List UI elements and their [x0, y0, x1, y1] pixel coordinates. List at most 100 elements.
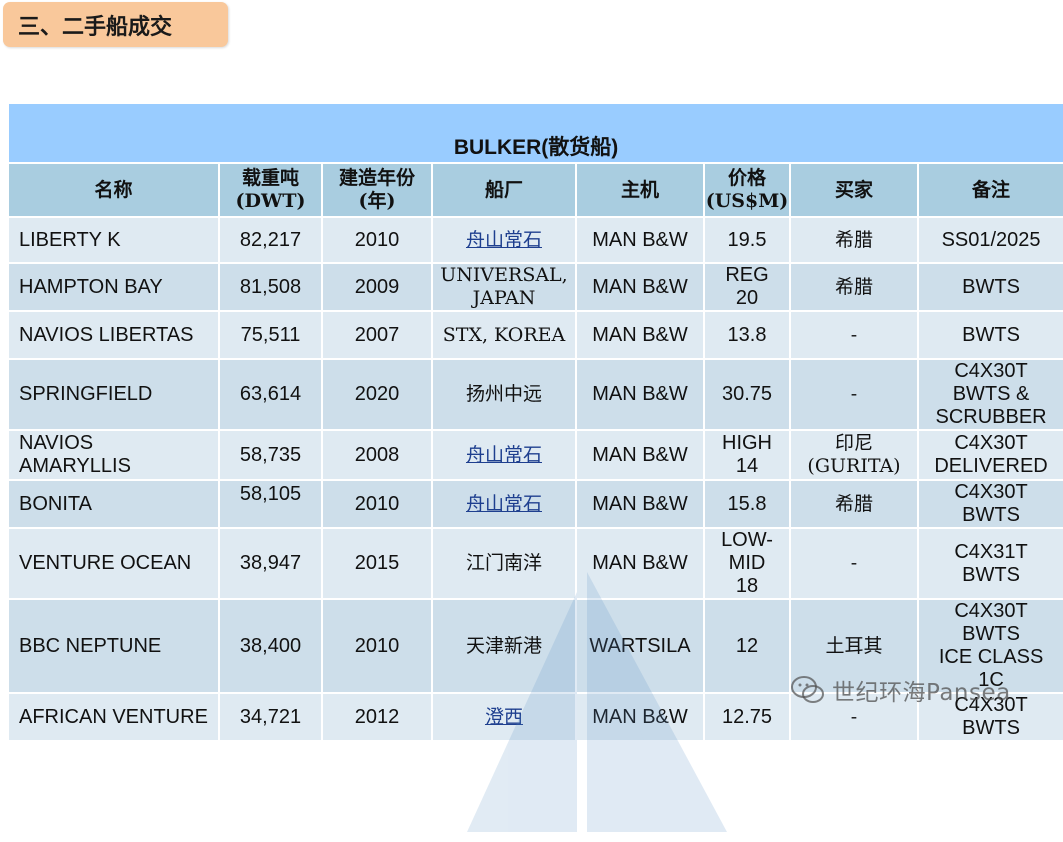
header-dwt-line2: (DWT) [235, 190, 306, 212]
cell-buyer: - [789, 692, 919, 742]
cell-remarks-line: DELIVERED [934, 455, 1048, 477]
cell-engine: MAN B&W [575, 692, 705, 742]
cell-yard-line: STX, KOREA [442, 323, 566, 346]
cell-remarks-line: BWTS [962, 504, 1020, 526]
cell-engine: MAN B&W [575, 479, 705, 529]
cell-name: AFRICAN VENTURE [7, 692, 220, 742]
table-caption: BULKER(散货船) [6, 102, 1063, 164]
section-title: 三、二手船成交 [18, 14, 173, 40]
cell-yard[interactable]: 舟山常石 [431, 216, 577, 264]
cell-buyer: - [789, 310, 919, 360]
cell-dwt: 34,721 [218, 692, 323, 742]
cell-buyer-line: 希腊 [834, 275, 873, 298]
cell-remarks-line: SS01/2025 [941, 228, 1041, 251]
cell-yard-line: 天津新港 [465, 634, 542, 657]
cell-price: 15.8 [703, 479, 791, 529]
cell-buyer-line: 希腊 [834, 228, 873, 251]
cell-remarks-line: ICE CLASS [938, 646, 1044, 668]
cell-yard-line: UNIVERSAL, [440, 264, 568, 286]
cell-year: 2015 [321, 527, 433, 600]
cell-name-line: SPRINGFIELD [19, 383, 153, 405]
cell-price-line: 14 [735, 455, 759, 477]
table-row: NAVIOS AMARYLLIS 58,735 2008 舟山常石 MAN B&W HIGH… [7, 429, 1063, 481]
cell-price: 12 [703, 598, 791, 694]
cell-remarks: BWTS [916, 310, 1063, 360]
cell-year: 2010 [321, 598, 433, 694]
cell-buyer-line: - [850, 383, 858, 405]
cell-buyer-line: (GURITA) [807, 455, 901, 477]
cell-name: NAVIOS LIBERTAS [7, 310, 220, 360]
cell-remarks-line: C4X30T [954, 694, 1028, 716]
section-title-box: 三、二手船成交 [3, 2, 228, 47]
cell-name: NAVIOS AMARYLLIS [7, 429, 220, 481]
cell-year: 2010 [321, 479, 433, 529]
cell-engine: WARTSILA [575, 598, 705, 694]
cell-year: 2012 [321, 692, 433, 742]
cell-price: REG 20 [703, 262, 791, 312]
table-row: VENTURE OCEAN 38,947 2015 江门南洋 MAN B&W LOW- MI… [7, 527, 1063, 600]
cell-buyer-line: - [850, 323, 858, 346]
cell-yard: 扬州中远 [431, 358, 577, 431]
table-row: BONITA 58,105 2010 舟山常石 MAN B&W 15.8 希腊 C4X30T B… [7, 479, 1063, 529]
cell-year: 2020 [321, 358, 433, 431]
table-row: SPRINGFIELD 63,614 2020 扬州中远 MAN B&W 30.75 - C4… [7, 358, 1063, 431]
cell-yard-line: 澄西 [484, 705, 523, 728]
cell-yard[interactable]: 舟山常石 [431, 479, 577, 529]
cell-buyer: 希腊 [789, 262, 919, 312]
cell-yard: 江门南洋 [431, 527, 577, 600]
cell-yard[interactable]: 澄西 [431, 692, 577, 742]
header-dwt-line1: 载重吨 [241, 167, 299, 189]
cell-price: 19.5 [703, 216, 791, 264]
header-price-line1: 价格 [727, 167, 766, 189]
cell-remarks-line: C4X31T [954, 540, 1028, 563]
header-remarks: 备注 [916, 162, 1063, 218]
cell-name: BONITA [7, 479, 220, 529]
cell-buyer-line: 土耳其 [825, 634, 883, 657]
cell-price: 30.75 [703, 358, 791, 431]
cell-remarks-line: BWTS [962, 275, 1020, 298]
cell-name: SPRINGFIELD [7, 358, 220, 431]
cell-yard: 天津新港 [431, 598, 577, 694]
cell-price-line: 12.75 [721, 705, 773, 728]
cell-remarks: C4X31T BWTS [916, 527, 1063, 600]
data-sheet: BULKER(散货船) 名称 载重吨 (DWT) 建造年份 (年) 船厂 主机 价格… [6, 102, 1063, 832]
cell-yard-line: 舟山常石 [465, 443, 542, 466]
cell-engine: MAN B&W [575, 216, 705, 264]
cell-yard[interactable]: 舟山常石 [431, 429, 577, 481]
cell-price-line: LOW- [721, 529, 773, 551]
cell-price: LOW- MID 18 [703, 527, 791, 600]
cell-year: 2007 [321, 310, 433, 360]
cell-yard-line: 舟山常石 [465, 492, 542, 515]
cell-buyer-line: - [850, 705, 858, 728]
header-dwt: 载重吨 (DWT) [218, 162, 323, 218]
cell-name: HAMPTON BAY [7, 262, 220, 312]
cell-remarks: C4X30T BWTS ICE CLASS 1C [916, 598, 1063, 694]
cell-price-line: MID [728, 552, 766, 574]
cell-buyer: 土耳其 [789, 598, 919, 694]
cell-name-line: BBC NEPTUNE [19, 634, 162, 657]
cell-price: 13.8 [703, 310, 791, 360]
cell-price-line: 19.5 [727, 228, 767, 251]
cell-price: 12.75 [703, 692, 791, 742]
cell-name-line: VENTURE OCEAN [19, 552, 192, 574]
cell-remarks-line: C4X30T [954, 600, 1028, 622]
cell-dwt: 75,511 [218, 310, 323, 360]
header-yard: 船厂 [431, 162, 577, 218]
header-name: 名称 [7, 162, 220, 218]
cell-name: VENTURE OCEAN [7, 527, 220, 600]
cell-dwt: 58,105 [218, 479, 323, 529]
table-row: BBC NEPTUNE 38,400 2010 天津新港 WARTSILA 12 土耳其 C4… [7, 598, 1063, 694]
cell-year: 2010 [321, 216, 433, 264]
cell-yard: UNIVERSAL, JAPAN [431, 262, 577, 312]
cell-dwt: 58,735 [218, 429, 323, 481]
cell-remarks-line: BWTS [962, 717, 1020, 739]
cell-dwt: 38,400 [218, 598, 323, 694]
cell-remarks-line: C4X30T [954, 432, 1028, 454]
cell-buyer: - [789, 358, 919, 431]
cell-name-line: HAMPTON BAY [19, 275, 163, 298]
cell-remarks-line: BWTS [962, 323, 1020, 346]
cell-price-line: 13.8 [727, 323, 767, 346]
cell-remarks-line: 1C [978, 669, 1004, 691]
header-year-line1: 建造年份 [338, 167, 415, 189]
cell-yard-line: 扬州中远 [465, 383, 542, 405]
